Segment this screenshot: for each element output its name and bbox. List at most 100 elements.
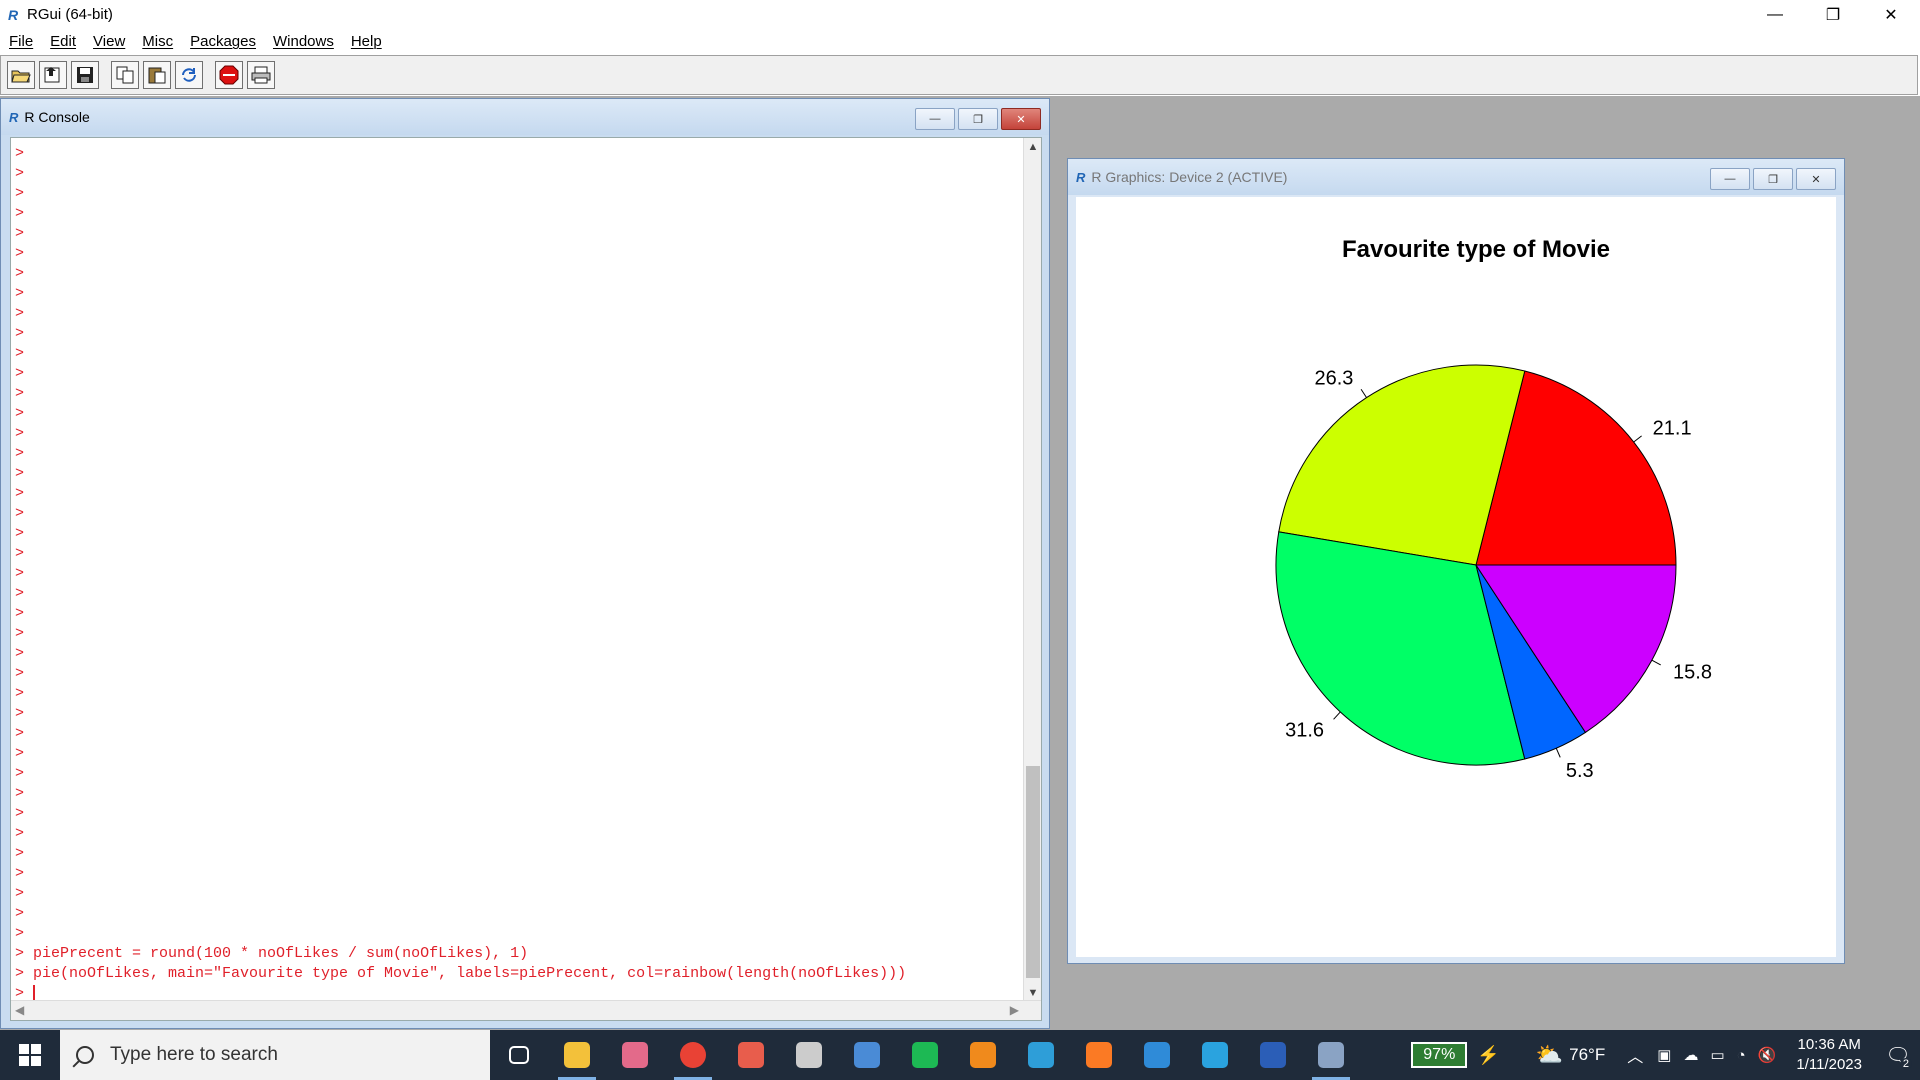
battery-icon[interactable]: ▭ — [1710, 1046, 1724, 1064]
vlc-taskbar-button[interactable] — [954, 1030, 1012, 1080]
console-prompt-line: > — [15, 845, 25, 862]
minimize-button[interactable]: — — [1746, 0, 1804, 29]
start-button[interactable] — [0, 1030, 60, 1080]
open-script-button[interactable] — [7, 61, 35, 89]
copy-paste-icon — [182, 68, 196, 82]
copy-paste-button[interactable] — [175, 61, 203, 89]
meet-icon[interactable]: ▣ — [1657, 1046, 1671, 1064]
scroll-left-icon[interactable]: ◀ — [15, 1003, 24, 1017]
save-workspace-button[interactable] — [71, 61, 99, 89]
clock-date: 1/11/2023 — [1796, 1056, 1862, 1073]
task-view-taskbar-button[interactable] — [490, 1030, 548, 1080]
r-logo-icon: R — [1076, 169, 1086, 185]
spotify-icon — [912, 1042, 938, 1068]
r-graphics-title: R Graphics: Device 2 (ACTIVE) — [1091, 169, 1288, 185]
console-prompt-line: > — [15, 805, 25, 822]
clock-time: 10:36 AM — [1797, 1036, 1861, 1053]
console-prompt-line: > — [15, 405, 25, 422]
console-horizontal-scrollbar[interactable]: ◀ ▶ — [11, 1000, 1041, 1020]
word-taskbar-button[interactable] — [1244, 1030, 1302, 1080]
weather-icon[interactable]: ⛅ — [1536, 1042, 1563, 1068]
menu-windows[interactable]: Windows — [273, 33, 334, 50]
console-prompt-line: > — [15, 365, 25, 382]
graphics-restore-button[interactable]: ❐ — [1753, 168, 1793, 190]
edge-taskbar-button[interactable] — [1012, 1030, 1070, 1080]
r-logo-icon: R — [9, 109, 19, 125]
temperature[interactable]: 76°F — [1569, 1045, 1605, 1065]
console-prompt-line: > — [15, 625, 25, 642]
copy-button[interactable] — [111, 61, 139, 89]
console-prompt-line: > — [15, 465, 25, 482]
toolbar — [0, 55, 1918, 95]
open-script-icon — [11, 70, 31, 83]
charging-icon: ⚡ — [1477, 1044, 1500, 1065]
r-graphics-window: R R Graphics: Device 2 (ACTIVE) — ❐ ✕ Fa… — [1067, 158, 1845, 964]
console-prompt-line: > — [15, 305, 25, 322]
load-workspace-icon — [44, 67, 60, 83]
scroll-thumb[interactable] — [1026, 766, 1040, 978]
paste-button[interactable] — [143, 61, 171, 89]
menu-view[interactable]: View — [93, 33, 125, 50]
calculator-taskbar-button[interactable] — [838, 1030, 896, 1080]
file-explorer-taskbar-button[interactable] — [548, 1030, 606, 1080]
taskbar-search[interactable]: Type here to search — [60, 1030, 490, 1080]
battery-indicator[interactable]: 97% — [1411, 1042, 1468, 1068]
scroll-right-icon[interactable]: ▶ — [1010, 1003, 1019, 1017]
notification-count: 2 — [1899, 1058, 1912, 1070]
graphics-close-button[interactable]: ✕ — [1796, 168, 1836, 190]
console-prompt-line: > — [15, 605, 25, 622]
console-restore-button[interactable]: ❐ — [958, 108, 998, 130]
pie-label: 15.8 — [1673, 662, 1712, 684]
menu-help[interactable]: Help — [351, 33, 382, 50]
stop-icon — [219, 65, 239, 85]
spotify-taskbar-button[interactable] — [896, 1030, 954, 1080]
stop-button[interactable] — [215, 61, 243, 89]
console-close-button[interactable]: ✕ — [1001, 108, 1041, 130]
task-view-icon — [509, 1046, 529, 1064]
pie-label-tick — [1555, 748, 1561, 758]
pie-label: 21.1 — [1653, 417, 1692, 439]
wifi-icon[interactable]: ◔ — [1737, 1047, 1746, 1064]
print-button[interactable] — [247, 61, 275, 89]
app-a-taskbar-button[interactable] — [722, 1030, 780, 1080]
onedrive-icon[interactable]: ☁ — [1683, 1046, 1698, 1064]
text-cursor — [33, 985, 36, 1002]
console-vertical-scrollbar[interactable]: ▲ ▼ — [1023, 138, 1041, 1002]
obs-taskbar-button[interactable] — [780, 1030, 838, 1080]
volume-muted-icon[interactable]: 🔇 — [1758, 1046, 1777, 1064]
console-minimize-button[interactable]: — — [915, 108, 955, 130]
chart-title: Favourite type of Movie — [1342, 236, 1610, 263]
pie-label-tick — [1651, 659, 1661, 666]
menu-edit[interactable]: Edit — [50, 33, 76, 50]
console-text-area[interactable]: > > > > > > > > > > > > > > > > > > > > > > > > > > > > > > > > > > > > > > > >… — [10, 137, 1042, 1021]
xampp-taskbar-button[interactable] — [1070, 1030, 1128, 1080]
snip-taskbar-button[interactable] — [606, 1030, 664, 1080]
console-prompt-line: > — [15, 145, 25, 162]
load-workspace-button[interactable] — [39, 61, 67, 89]
notification-button[interactable]: 🗨 2 — [1876, 1030, 1920, 1080]
scroll-up-icon[interactable]: ▲ — [1024, 138, 1041, 156]
chrome-taskbar-button[interactable] — [664, 1030, 722, 1080]
console-prompt-line: > — [15, 765, 25, 782]
menu-packages[interactable]: Packages — [190, 33, 256, 50]
mdi-workspace: R R Console — ❐ ✕ > > > > > > > > > > > > > > > > > > > > > >… — [0, 96, 1920, 1030]
close-button[interactable]: ✕ — [1862, 0, 1920, 29]
telegram-taskbar-button[interactable] — [1186, 1030, 1244, 1080]
xampp-icon — [1086, 1042, 1112, 1068]
menu-misc[interactable]: Misc — [142, 33, 173, 50]
rgui-taskbar-button[interactable] — [1302, 1030, 1360, 1080]
show-hidden-icons-icon[interactable]: ︿ — [1627, 1043, 1643, 1067]
edge-icon — [1028, 1042, 1054, 1068]
vscode-taskbar-button[interactable] — [1128, 1030, 1186, 1080]
console-prompt-line: > — [15, 385, 25, 402]
restore-button[interactable]: ❐ — [1804, 0, 1862, 29]
console-prompt-line: > — [15, 165, 25, 182]
pie-label: 26.3 — [1314, 368, 1353, 390]
menu-file[interactable]: File — [9, 33, 33, 50]
vscode-icon — [1144, 1042, 1170, 1068]
r-console-titlebar[interactable]: R R Console — [1, 99, 1049, 135]
clock[interactable]: 10:36 AM 1/11/2023 — [1796, 1035, 1862, 1075]
graphics-minimize-button[interactable]: — — [1710, 168, 1750, 190]
pie-label: 31.6 — [1285, 720, 1324, 742]
console-prompt-line: > — [15, 905, 25, 922]
